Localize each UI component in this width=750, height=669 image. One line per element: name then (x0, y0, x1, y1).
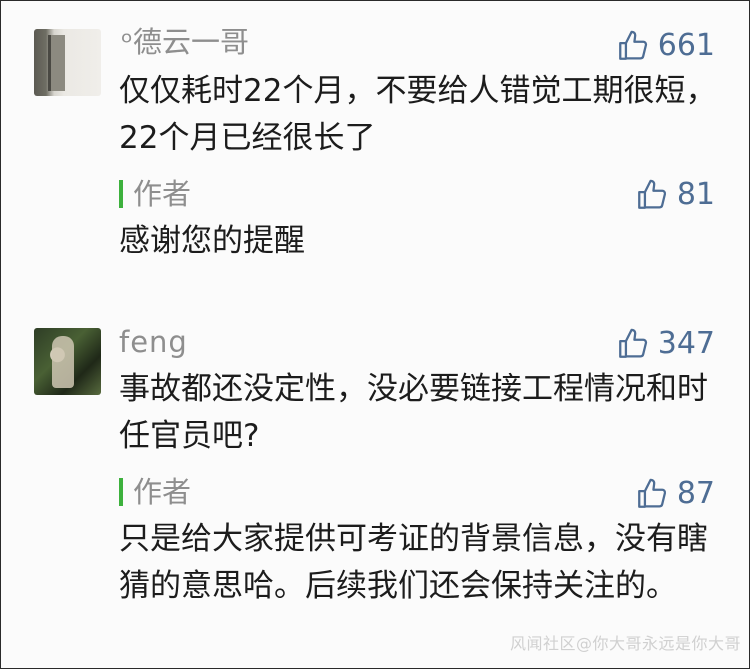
comment-username[interactable]: feng (119, 325, 188, 359)
watermark: 风闻社区@你大哥永远是你大哥 (509, 634, 741, 653)
author-reply-label: 作者 (119, 177, 191, 211)
author-label: 作者 (133, 475, 192, 509)
like-button[interactable]: 661 (616, 29, 715, 63)
like-count: 81 (676, 177, 715, 212)
thumbs-up-icon (618, 30, 647, 60)
avatar[interactable] (34, 328, 101, 395)
reply-text: 只是给大家提供可考证的背景信息，没有瞎猜的意思哈。后续我们还会保持关注的。 (119, 521, 708, 604)
like-button[interactable]: 81 (635, 178, 715, 212)
thumbs-up-icon (637, 179, 666, 209)
comment-username[interactable]: ᵒ德云一哥 (121, 25, 249, 59)
reply-text: 感谢您的提醒 (119, 223, 305, 259)
like-count: 661 (657, 28, 715, 63)
thumbs-up-icon (637, 478, 666, 508)
author-indicator-bar (119, 478, 123, 506)
author-reply-label: 作者 (119, 475, 191, 509)
like-count: 347 (657, 326, 715, 361)
author-label: 作者 (133, 177, 192, 211)
avatar[interactable] (34, 29, 101, 96)
comment-text: 仅仅耗时22个月，不要给人错觉工期很短，22个月已经很长了 (119, 73, 717, 156)
comments-panel: ᵒ德云一哥 661 仅仅耗时22个月，不要给人错觉工期很短，22个月已经很长了 … (0, 0, 750, 669)
author-indicator-bar (119, 180, 123, 208)
thumbs-up-icon (618, 328, 647, 358)
like-button[interactable]: 87 (635, 477, 715, 511)
like-button[interactable]: 347 (616, 327, 715, 361)
like-count: 87 (676, 476, 715, 511)
comment-text: 事故都还没定性，没必要链接工程情况和时任官员吧? (119, 371, 708, 454)
